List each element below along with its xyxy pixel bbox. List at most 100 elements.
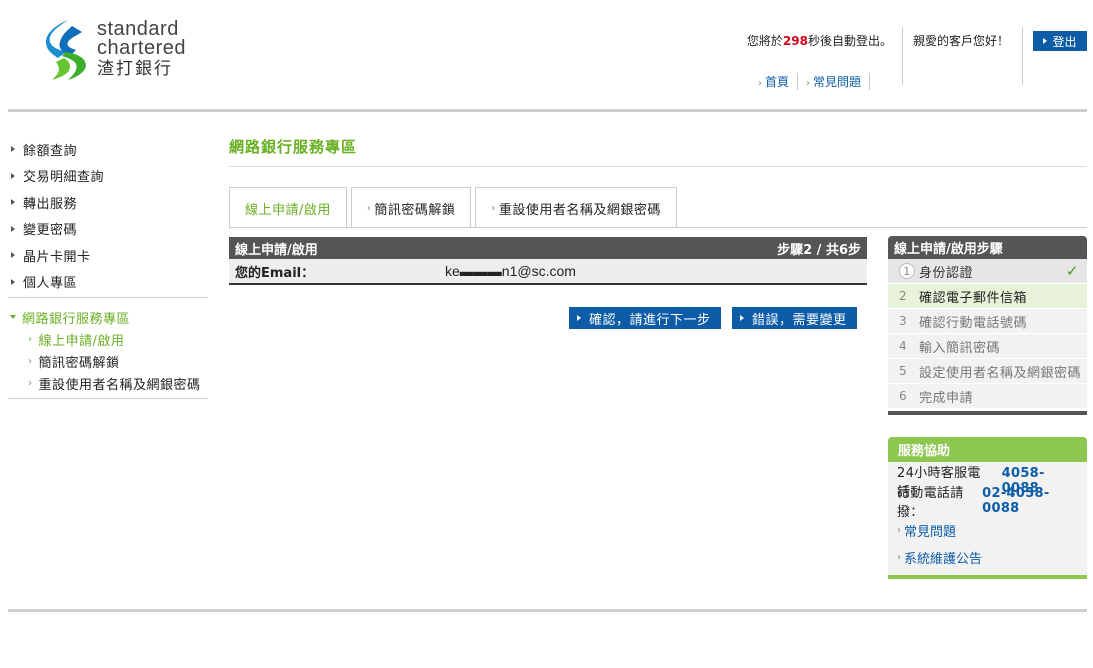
confirm-next-button[interactable]: 確認，請進行下一步 (569, 307, 721, 329)
help-panel-title: 服務協助 (888, 437, 1087, 462)
tab-rule (229, 227, 1087, 228)
greeting: 親愛的客戶您好！ (913, 34, 1010, 48)
arrow-right-icon (11, 146, 15, 153)
form-step: 步驟2 / 共6步 (777, 242, 861, 258)
sidebar-item-personal[interactable]: 個人專區 (8, 269, 208, 296)
sidebar: 餘額查詢 交易明細查詢 轉出服務 變更密碼 晶片卡開卡 個人專區 網路銀行服務專… (8, 136, 208, 399)
header-divider (902, 27, 903, 85)
mobile-number: 02-4058-0088 (982, 486, 1050, 516)
steps-list: 1 身份認證 ✓ 2 確認電子郵件信箱 3 確認行動電話號碼 4 輸入簡訊密碼 5 設定使用… (888, 259, 1087, 409)
sidebar-section-label: 網路銀行服務專區 (22, 311, 131, 327)
link-faq-label: 常見問題 (813, 75, 862, 89)
tab-reset-credentials[interactable]: › 重設使用者名稱及網銀密碼 (475, 187, 677, 228)
step-item: 5 設定使用者名稱及網銀密碼 (888, 359, 1087, 384)
sidebar-section-ebanking[interactable]: 網路銀行服務專區 (8, 306, 208, 328)
header-divider (1022, 27, 1023, 85)
steps-panel-title: 線上申請/啟用步驟 (888, 236, 1087, 259)
step-item: 6 完成申請 (888, 384, 1087, 409)
help-link-faq[interactable]: › 常見問題 (897, 517, 1078, 544)
step-item: 3 確認行動電話號碼 (888, 309, 1087, 334)
sidebar-item-transfer[interactable]: 轉出服務 (8, 189, 208, 216)
error-change-label: 錯誤，需要變更 (752, 312, 847, 328)
sidebar-subitem-apply[interactable]: › 線上申請/啟用 (8, 328, 208, 350)
chevron-right-icon: › (491, 202, 496, 214)
sidebar-item-label: 交易明細查詢 (23, 170, 105, 186)
step-label: 確認行動電話號碼 (919, 315, 1028, 331)
step-number: 1 (899, 263, 915, 279)
step-number: 4 (899, 339, 908, 353)
tab-label: 線上申請/啟用 (245, 203, 331, 218)
arrow-right-icon (11, 225, 15, 232)
sidebar-item-change-password[interactable]: 變更密碼 (8, 216, 208, 243)
step-item: 2 確認電子郵件信箱 (888, 284, 1087, 309)
page-title: 網路銀行服務專區 (229, 138, 358, 156)
logout-suffix: 秒後自動登出。 (807, 34, 892, 48)
error-change-button[interactable]: 錯誤，需要變更 (732, 307, 857, 329)
help-link-label: 系統維護公告 (904, 552, 983, 567)
email-row: 您的Email： ke▬▬▬n1@sc.com (229, 259, 867, 285)
tab-label: 重設使用者名稱及網銀密碼 (498, 202, 661, 218)
title-rule (229, 166, 1087, 167)
chevron-right-icon: › (28, 377, 33, 389)
sidebar-item-label: 轉出服務 (23, 196, 78, 212)
tab-unlock-sms[interactable]: › 簡訊密碼解鎖 (350, 187, 472, 228)
auto-logout-notice: 您將於298秒後自動登出。 (720, 32, 892, 49)
sidebar-item-label: 變更密碼 (23, 223, 78, 239)
check-icon: ✓ (1065, 262, 1079, 280)
logout-prefix: 您將於 (746, 34, 783, 48)
step-label: 確認電子郵件信箱 (919, 290, 1028, 306)
sidebar-item-chip-card[interactable]: 晶片卡開卡 (8, 242, 208, 269)
step-number: 3 (899, 314, 908, 328)
chevron-right-icon: › (28, 333, 33, 345)
mobile-label: 行動電話請撥： (897, 486, 964, 520)
step-number: 5 (899, 364, 908, 378)
arrow-right-icon (11, 172, 15, 179)
tab-apply[interactable]: 線上申請/啟用 (229, 187, 347, 229)
step-item: 4 輸入簡訊密碼 (888, 334, 1087, 359)
form-title: 線上申請/啟用 (235, 242, 318, 258)
step-number: 6 (899, 389, 908, 403)
arrow-right-icon (11, 278, 15, 285)
sidebar-item-balance[interactable]: 餘額查詢 (8, 136, 208, 163)
logout-label: 登出 (1052, 34, 1077, 49)
link-faq[interactable]: › 常見問題 (806, 73, 871, 90)
header-rule (8, 109, 1087, 112)
link-home-label: 首頁 (765, 75, 790, 89)
sc-logo-icon (46, 20, 86, 80)
sidebar-subitem-reset-credentials[interactable]: › 重設使用者名稱及網銀密碼 (8, 372, 208, 394)
chevron-right-icon: › (897, 552, 901, 563)
logo-wordmark: standard chartered 渣打銀行 (97, 19, 186, 80)
logout-button[interactable]: 登出 (1033, 31, 1087, 51)
sidebar-subitem-label: 簡訊密碼解鎖 (38, 355, 120, 371)
arrow-down-icon (10, 315, 16, 319)
chevron-right-icon: › (806, 78, 811, 89)
sidebar-item-transactions[interactable]: 交易明細查詢 (8, 163, 208, 190)
logout-seconds: 298 (782, 34, 808, 48)
step-item: 1 身份認證 ✓ (888, 259, 1087, 284)
email-label: 您的Email： (235, 265, 315, 281)
logo-line2: chartered (97, 37, 186, 59)
sidebar-item-label: 晶片卡開卡 (23, 249, 91, 265)
arrow-right-icon (11, 199, 15, 206)
arrow-right-icon (740, 315, 744, 321)
chevron-right-icon: › (366, 202, 372, 214)
link-home[interactable]: › 首頁 (758, 73, 799, 90)
logo-line3: 渣打銀行 (97, 59, 173, 78)
help-panel: 24小時客服電話： 4058-0088 行動電話請撥： 02-4058-0088 ›… (888, 462, 1087, 575)
step-label: 輸入簡訊密碼 (919, 340, 1001, 356)
help-link-maintenance[interactable]: › 系統維護公告 (897, 544, 1078, 571)
sidebar-subitem-label: 重設使用者名稱及網銀密碼 (38, 377, 201, 393)
tab-bar: 線上申請/啟用 › 簡訊密碼解鎖 › 重設使用者名稱及網銀密碼 (229, 187, 681, 229)
sidebar-subitem-unlock-sms[interactable]: › 簡訊密碼解鎖 (8, 350, 208, 372)
chevron-right-icon: › (758, 78, 762, 89)
arrow-right-icon (577, 315, 581, 321)
chevron-right-icon: › (28, 355, 33, 367)
arrow-right-icon (1043, 38, 1048, 44)
sidebar-item-label: 個人專區 (23, 276, 78, 292)
form-header: 線上申請/啟用 步驟2 / 共6步 (229, 237, 867, 259)
help-panel-footer (888, 575, 1087, 579)
footer-rule (8, 609, 1087, 612)
chevron-right-icon: › (897, 525, 901, 536)
help-link-label: 常見問題 (904, 525, 957, 540)
arrow-right-icon (11, 252, 15, 259)
